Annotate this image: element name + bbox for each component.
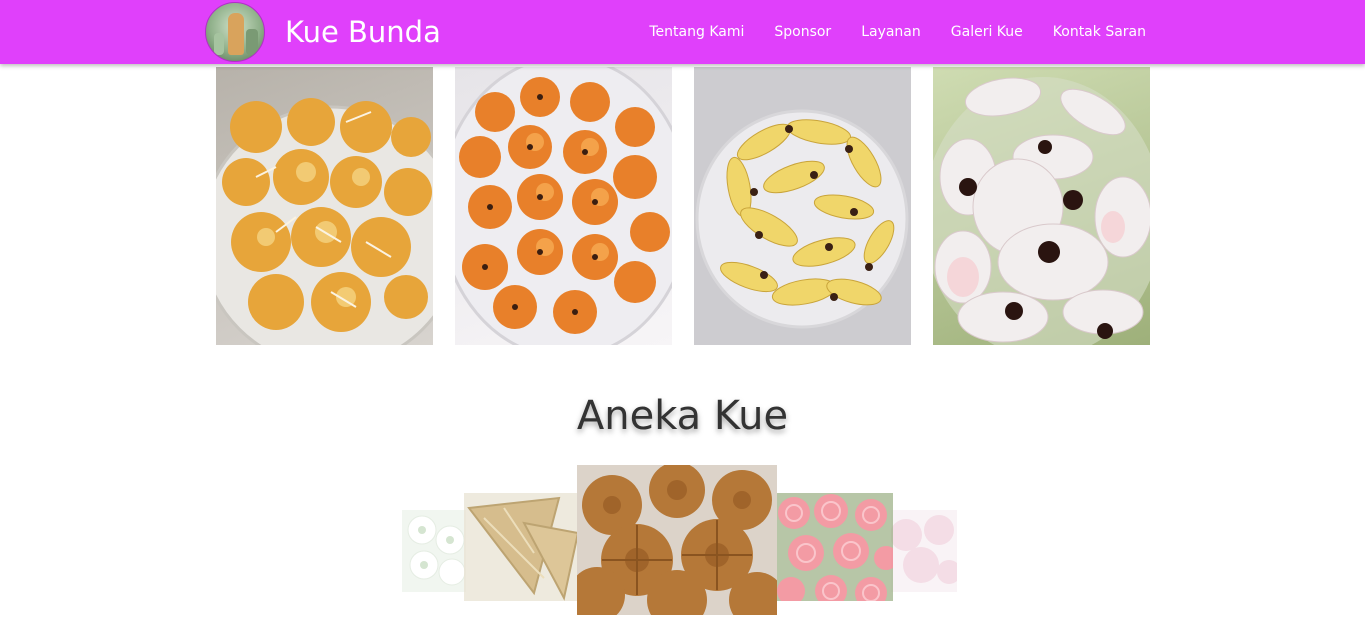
carousel-slide-3-active[interactable] [577,465,777,615]
cake-carousel [0,465,1365,615]
nav-link-sponsor[interactable]: Sponsor [774,24,831,40]
gallery-photo-banana-cookies[interactable] [694,67,911,345]
navbar: Kue Bunda Tentang Kami Sponsor Layanan G… [0,0,1365,64]
carousel-slide-2[interactable] [464,493,578,601]
nav-link-layanan[interactable]: Layanan [861,24,921,40]
gallery-photo-orange-cookies[interactable] [455,67,672,345]
nav-link-kontak-saran[interactable]: Kontak Saran [1053,24,1146,40]
gallery-photo-nastar[interactable] [216,67,433,345]
cake-gallery [216,67,1150,345]
nav-link-galeri-kue[interactable]: Galeri Kue [951,24,1023,40]
carousel-slide-5[interactable] [891,510,957,592]
gallery-photo-crescent-cookies[interactable] [933,67,1150,345]
brand-name: Kue Bunda [285,15,441,49]
nav-menu: Tentang Kami Sponsor Layanan Galeri Kue … [619,0,1146,64]
carousel-slide-4[interactable] [776,493,893,601]
nav-link-tentang-kami[interactable]: Tentang Kami [649,24,744,40]
carousel-slide-1[interactable] [402,510,466,592]
brand-link[interactable]: Kue Bunda [205,0,441,64]
section-title: Aneka Kue [576,393,789,439]
brand-logo [205,2,265,62]
